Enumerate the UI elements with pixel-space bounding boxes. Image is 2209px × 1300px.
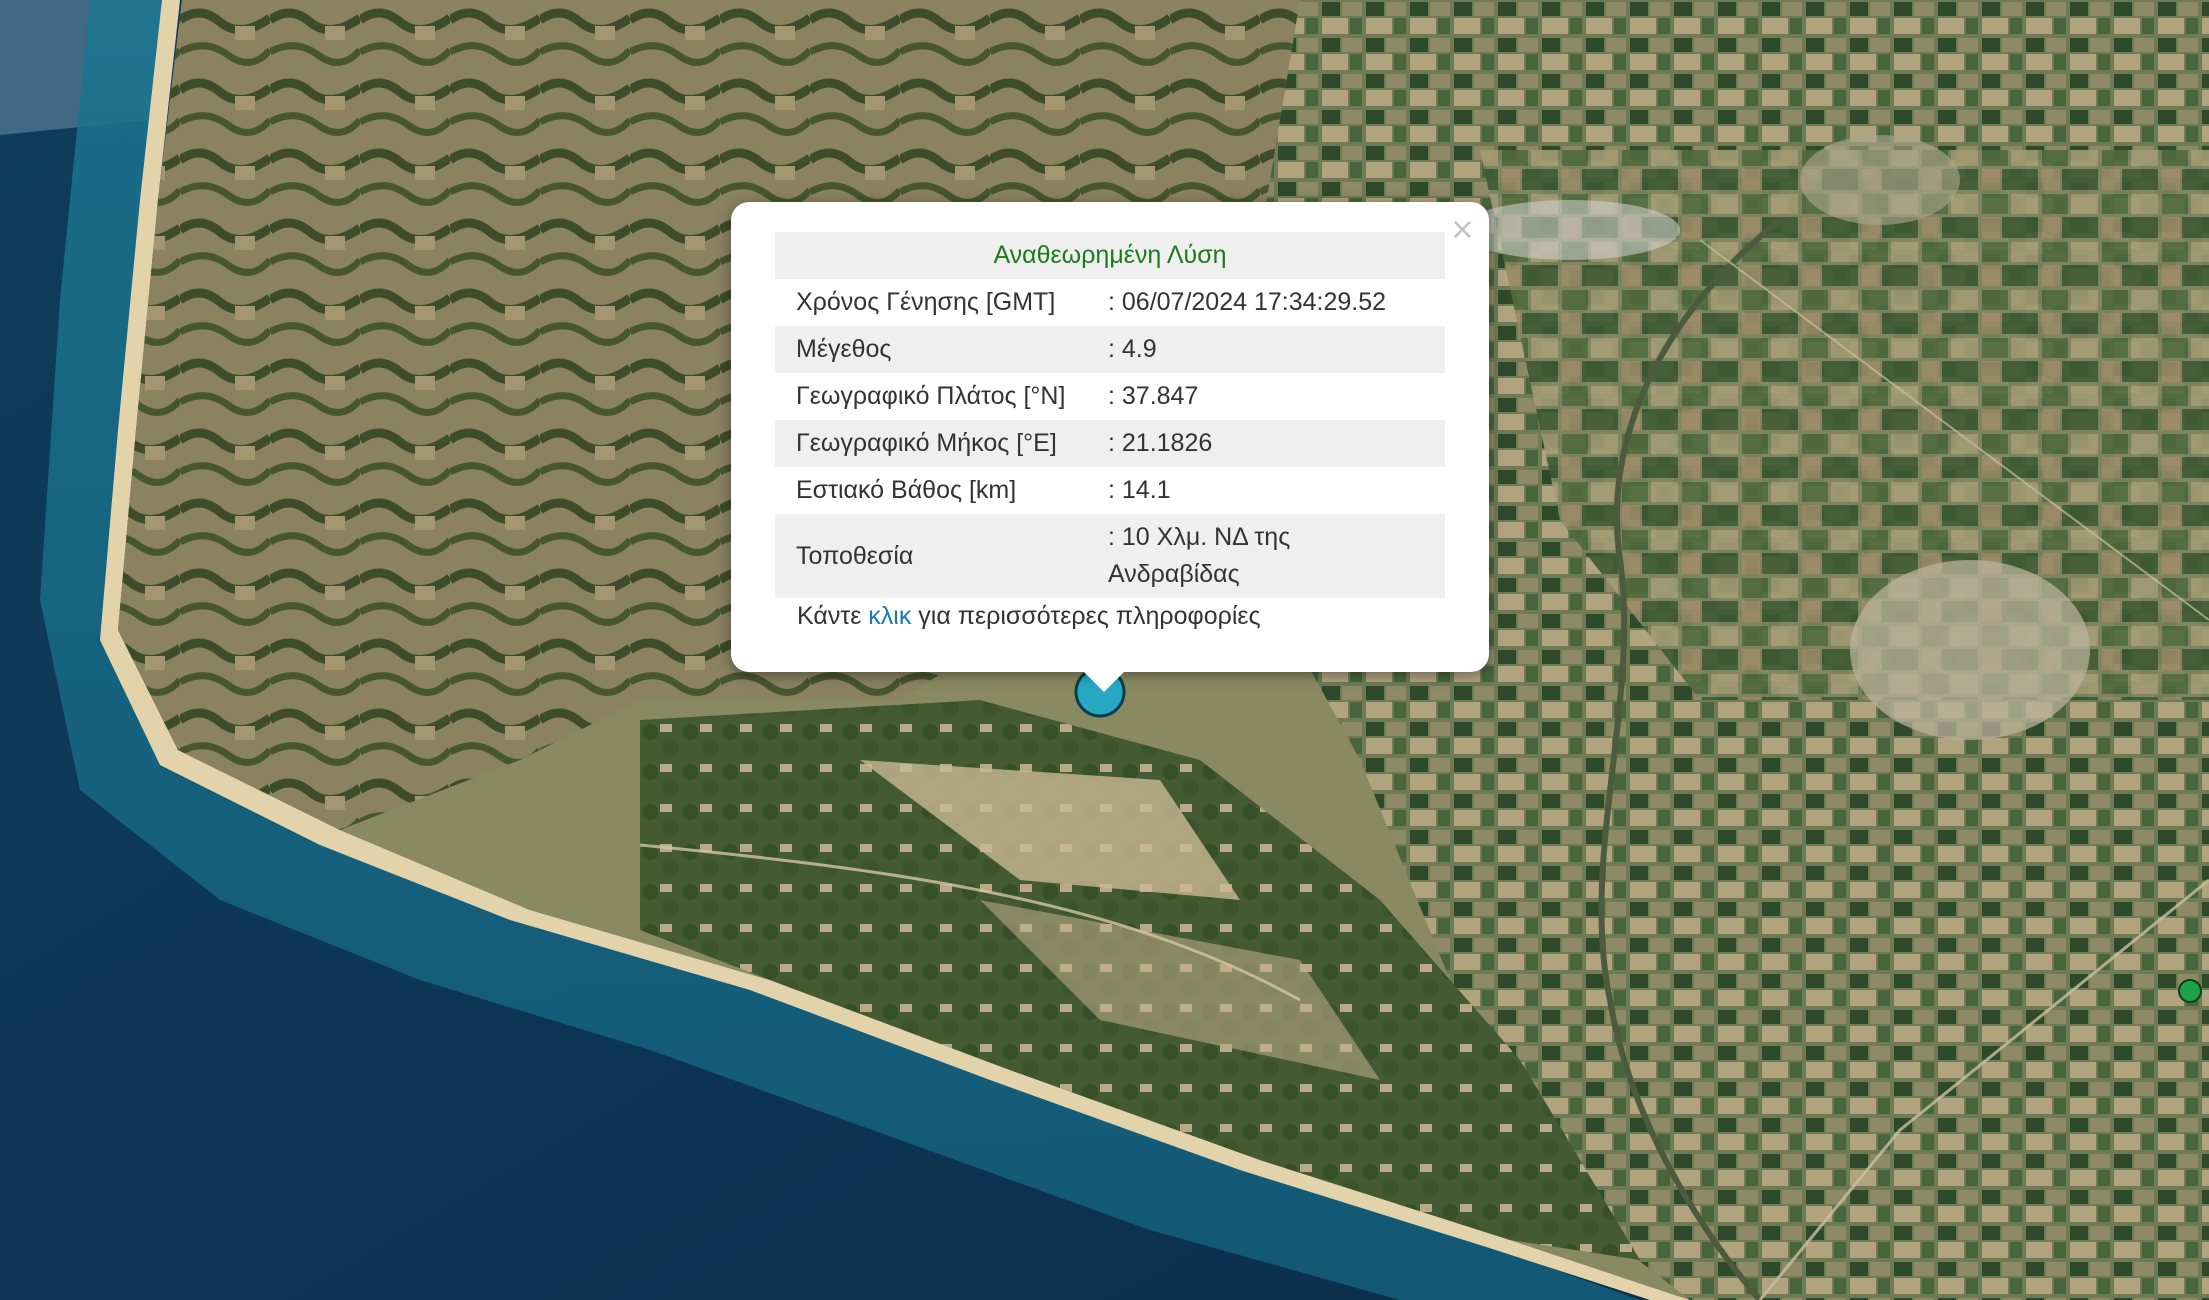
table-row: Γεωγραφικό Μήκος [°E] : 21.1826 — [775, 420, 1445, 467]
info-table: Αναθεωρημένη Λύση Χρόνος Γένησης [GMT] :… — [775, 232, 1445, 598]
earthquake-info-popup: × Αναθεωρημένη Λύση Χρόνος Γένησης [GMT]… — [731, 202, 1489, 672]
more-info-text: Κάντε κλικ για περισσότερες πληροφορίες — [797, 602, 1261, 631]
row-value: : 14.1 — [1108, 476, 1171, 504]
popup-tip — [1082, 670, 1126, 692]
row-value: : 4.9 — [1087, 326, 1445, 373]
row-value: : 06/07/2024 17:34:29.52 — [1108, 288, 1387, 316]
popup-title-row: Αναθεωρημένη Λύση — [775, 232, 1445, 279]
more-info-link[interactable]: κλικ — [868, 602, 911, 630]
more-info-prefix: Κάντε — [797, 602, 869, 630]
table-row: Γεωγραφικό Πλάτος [°N] : 37.847 — [775, 373, 1445, 420]
row-label: Τοποθεσία — [775, 514, 1087, 598]
row-label: Γεωγραφικό Μήκος [°E] — [775, 420, 1087, 467]
close-icon[interactable]: × — [1450, 210, 1475, 250]
station-marker[interactable] — [2177, 978, 2203, 1004]
row-label: Χρόνος Γένησης [GMT] — [796, 288, 1056, 316]
row-value: : 21.1826 — [1087, 420, 1445, 467]
row-value: : 10 Χλμ. ΝΔ της Ανδραβίδας — [1087, 514, 1445, 598]
table-row: Χρόνος Γένησης [GMT] : 06/07/2024 17:34:… — [775, 279, 1445, 326]
row-label: Γεωγραφικό Πλάτος [°N] — [796, 382, 1066, 410]
row-value: : 37.847 — [1108, 382, 1199, 410]
table-row: Εστιακό Βάθος [km] : 14.1 — [775, 467, 1445, 514]
more-info-suffix: για περισσότερες πληροφορίες — [911, 602, 1261, 630]
table-row: Τοποθεσία : 10 Χλμ. ΝΔ της Ανδραβίδας — [775, 514, 1445, 598]
row-label: Μέγεθος — [775, 326, 1087, 373]
popup-title: Αναθεωρημένη Λύση — [775, 232, 1445, 279]
row-label: Εστιακό Βάθος [km] — [796, 476, 1017, 504]
table-row: Μέγεθος : 4.9 — [775, 326, 1445, 373]
